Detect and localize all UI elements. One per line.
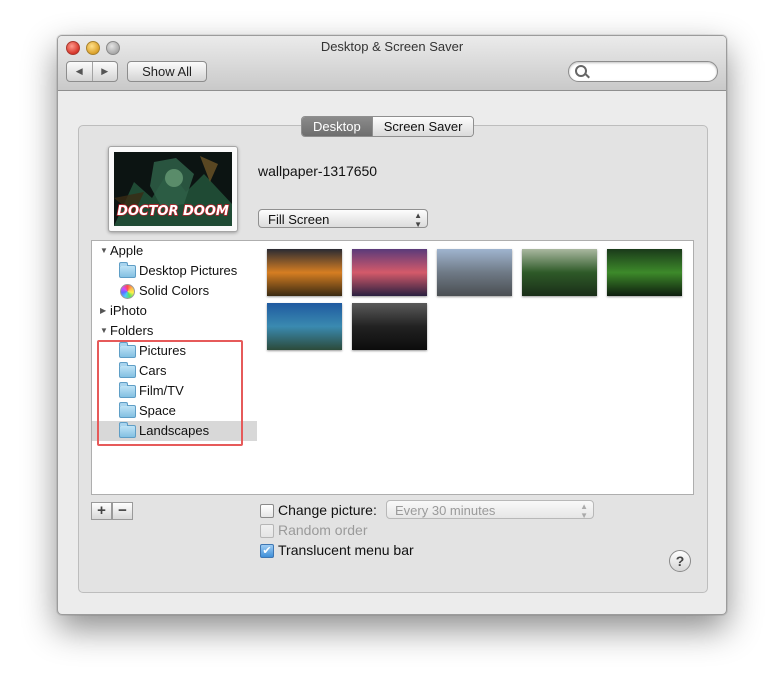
fill-mode-popup[interactable]: Fill Screen ▲ ▼ [258,209,428,229]
random-order-label: Random order [278,522,368,538]
checkmark-icon: ✔ [262,545,272,557]
preferences-window: Desktop & Screen Saver ◀ ▶ Show All Desk… [57,35,727,615]
wallpaper-name: wallpaper-1317650 [258,163,378,179]
change-interval-popup[interactable]: Every 30 minutes ▲ ▼ [386,500,594,520]
popup-arrows-icon: ▲ ▼ [414,211,422,229]
back-forward-control: ◀ ▶ [66,61,118,82]
sidebar-item-desktop-pictures[interactable]: Desktop Pictures [92,261,258,281]
translucent-menu-bar-checkbox[interactable]: ✔ [260,544,274,558]
window-title: Desktop & Screen Saver [320,39,464,54]
preview-title-text: DOCTOR DOOM [117,204,229,219]
wallpaper-thumbnail[interactable] [437,249,512,296]
wallpaper-preview: DOCTOR DOOM [108,146,238,232]
color-wheel-icon [120,284,135,299]
tab-bar: Desktop Screen Saver [301,116,475,137]
highlight-annotation-box [97,340,243,446]
wallpaper-thumbnail[interactable] [267,303,342,350]
tab-desktop[interactable]: Desktop [302,117,372,136]
sidebar-item-solid-colors[interactable]: Solid Colors [92,281,258,301]
group-folders[interactable]: ▼ Folders [92,321,258,341]
show-all-button[interactable]: Show All [127,61,207,82]
remove-folder-button[interactable]: − [112,502,133,520]
group-iphoto[interactable]: ▶ iPhoto [92,301,258,321]
add-folder-button[interactable]: + [91,502,112,520]
search-input[interactable] [591,63,713,80]
fill-mode-value: Fill Screen [268,212,330,227]
popup-arrows-icon: ▲ ▼ [580,502,588,520]
change-picture-label: Change picture: [278,502,377,518]
wallpaper-thumbnail[interactable] [607,249,682,296]
doctor-doom-artwork: DOCTOR DOOM [114,152,232,226]
wallpaper-thumbnail[interactable] [352,303,427,350]
wallpaper-thumbnail[interactable] [352,249,427,296]
group-apple[interactable]: ▼ Apple [92,241,258,261]
search-field[interactable] [568,61,718,82]
wallpaper-thumbnail[interactable] [522,249,597,296]
disclosure-collapsed-icon[interactable]: ▶ [100,301,106,321]
change-interval-value: Every 30 minutes [395,503,496,518]
change-picture-checkbox[interactable] [260,504,274,518]
wallpaper-thumbnail[interactable] [267,249,342,296]
forward-button[interactable]: ▶ [91,62,118,81]
wallpaper-thumbnail-grid [257,240,694,495]
folder-icon [119,262,136,278]
wallpaper-preview-image: DOCTOR DOOM [114,152,232,226]
title-bar: Desktop & Screen Saver ◀ ▶ Show All [58,36,726,91]
tab-screen-saver[interactable]: Screen Saver [371,117,474,136]
disclosure-expanded-icon[interactable]: ▼ [100,241,108,261]
search-icon [575,65,587,77]
help-button[interactable]: ? [669,550,691,572]
translucent-menu-bar-label: Translucent menu bar [278,542,414,558]
back-button[interactable]: ◀ [67,62,92,81]
disclosure-expanded-icon[interactable]: ▼ [100,321,108,341]
random-order-checkbox[interactable] [260,524,274,538]
